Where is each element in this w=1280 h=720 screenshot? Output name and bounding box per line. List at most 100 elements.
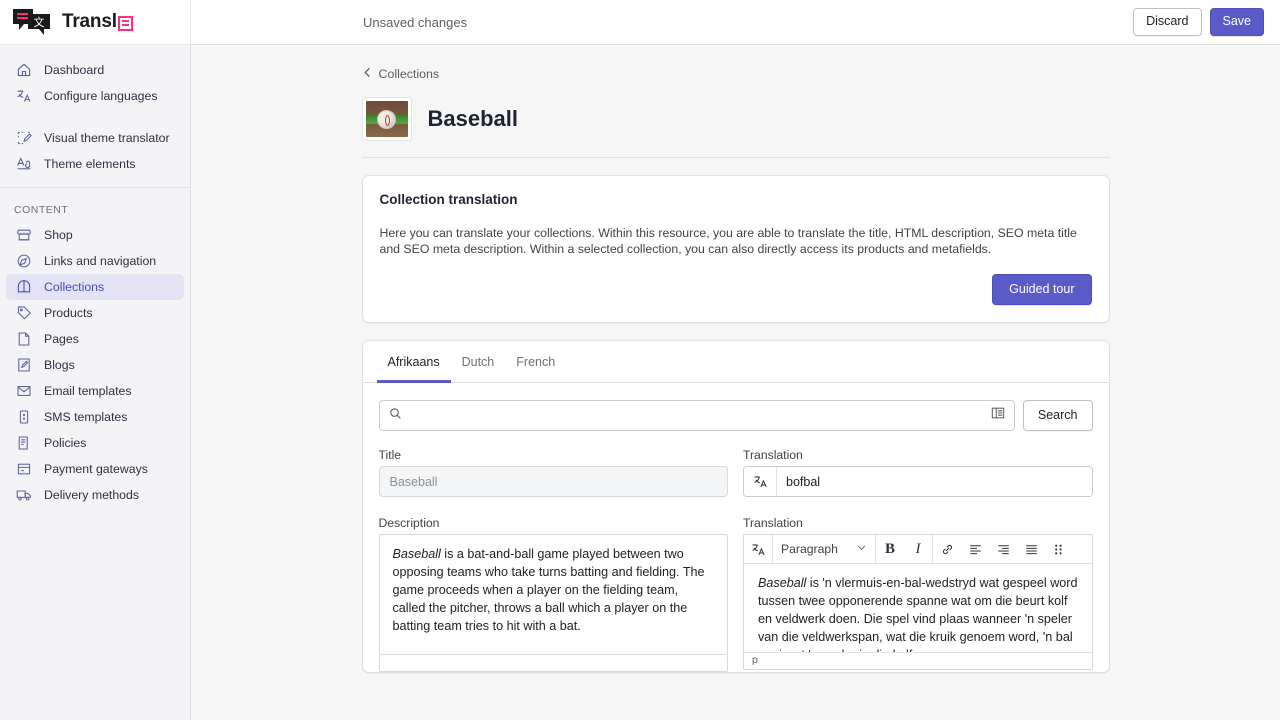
translation-editor-card: Afrikaans Dutch French Search Title Base… [361,340,1110,674]
search-field-wrapper[interactable] [378,400,1015,432]
sidebar-section-title: CONTENT [14,204,69,216]
link-icon[interactable] [933,535,961,564]
sidebar-item-delivery-methods[interactable]: Delivery methods [6,482,184,508]
translate-icon[interactable] [744,467,777,497]
language-tabs: Afrikaans Dutch French [362,341,1109,384]
sidebar-nav: Dashboard Configure languages Visual the… [0,45,190,508]
translate-speech-bubbles-logo-icon: 文 [12,7,54,37]
editor-content[interactable]: Baseball is 'n vlermuis-en-bal-wedstryd … [744,564,1092,652]
save-button[interactable]: Save [1209,8,1264,36]
search-button[interactable]: Search [1022,400,1093,432]
sidebar-item-products[interactable]: Products [6,300,184,326]
sidebar-item-payment-gateways[interactable]: Payment gateways [6,456,184,482]
editor-toolbar: Paragraph B I [744,534,1092,565]
sidebar-item-label: Email templates [44,384,132,398]
sidebar-item-label: Theme elements [44,157,136,171]
translate-icon[interactable] [744,535,772,564]
title-field-col: Title [378,448,728,498]
guided-tour-button[interactable]: Guided tour [992,273,1092,306]
sidebar-item-label: Blogs [44,358,75,372]
main-area: Unsaved changes Discard Save Collections [191,0,1280,720]
bold-button[interactable]: B [876,535,904,564]
app-logo-bar[interactable]: 文 Transl [0,0,190,45]
sidebar-item-label: Links and navigation [44,254,157,268]
card-footer: Guided tour [363,273,1109,323]
payment-card-icon [14,460,33,479]
block-format-select[interactable]: Paragraph [773,535,875,564]
brand-pink-box-icon [117,15,133,31]
sidebar-item-visual-theme-translator[interactable]: Visual theme translator [6,125,184,151]
title-fields-row: Title Translation [378,448,1093,498]
align-left-icon[interactable] [961,535,989,564]
sidebar-item-sms-templates[interactable]: SMS templates [6,404,184,430]
block-format-value: Paragraph [781,542,838,557]
description-textarea-footer [378,655,728,673]
sidebar-item-collections[interactable]: Collections [6,274,184,300]
unsaved-changes-status: Unsaved changes [363,14,468,30]
rich-text-editor: Paragraph B I Baseball is 'n vlermuis-en… [743,534,1093,671]
tab-afrikaans[interactable]: Afrikaans [376,341,451,384]
sidebar-divider [0,187,190,188]
title-input [378,466,728,498]
italic-button[interactable]: I [904,535,932,564]
tab-french[interactable]: French [505,341,566,383]
title-translation-field [743,466,1093,498]
description-textarea[interactable]: Baseball is a bat-and-ball game played b… [378,534,728,656]
page-header-divider [361,157,1110,158]
search-input[interactable] [409,408,983,423]
discard-button[interactable]: Discard [1133,8,1202,36]
drag-grid-icon[interactable] [1045,535,1073,564]
baseball-icon [376,110,396,129]
card-description: Here you can translate your collections.… [379,226,1077,257]
list-filter-icon[interactable] [991,406,1005,425]
sidebar-item-label: Collections [44,280,105,294]
sidebar-item-label: Configure languages [44,89,158,103]
sidebar-item-email-templates[interactable]: Email templates [6,378,184,404]
svg-text:文: 文 [34,15,45,29]
visual-editor-icon [14,129,33,148]
sidebar-item-label: Shop [44,228,73,242]
page-header: Baseball [361,97,1110,157]
baseball-on-field-thumbnail-image [365,101,408,137]
sidebar-item-theme-elements[interactable]: Theme elements [6,151,184,177]
sidebar-item-label: Pages [44,332,79,346]
sidebar-item-dashboard[interactable]: Dashboard [6,57,184,83]
sidebar-item-shop[interactable]: Shop [6,222,184,248]
sidebar-item-label: Payment gateways [44,462,148,476]
sidebar-item-label: Visual theme translator [44,131,170,145]
align-justify-icon[interactable] [1017,535,1045,564]
sidebar-item-blogs[interactable]: Blogs [6,352,184,378]
brand-name-text: Transl [62,11,117,32]
sidebar: 文 Transl Dashboard Configure languages V… [0,0,191,720]
sidebar-item-pages[interactable]: Pages [6,326,184,352]
tab-dutch[interactable]: Dutch [451,341,506,383]
typography-icon [14,155,33,174]
align-right-icon[interactable] [989,535,1017,564]
blog-pencil-icon [14,356,33,375]
compass-icon [14,252,33,271]
tag-icon [14,304,33,323]
app-root: 文 Transl Dashboard Configure languages V… [0,0,1280,720]
title-translation-input[interactable] [777,467,1092,497]
breadcrumb[interactable]: Collections [362,67,1110,81]
translation-text: is 'n vlermuis-en-bal-wedstryd wat gespe… [758,576,1078,652]
editor-status-bar: p [744,652,1092,669]
title-translation-col: Translation [743,448,1093,498]
sidebar-item-links-and-navigation[interactable]: Links and navigation [6,248,184,274]
topbar: Unsaved changes Discard Save [191,0,1280,45]
sidebar-item-policies[interactable]: Policies [6,430,184,456]
description-field-label: Description [378,516,440,531]
search-row: Search [378,400,1093,432]
card-title: Collection translation [379,192,518,207]
content-scroll: Collections Baseball Collection translat… [191,45,1280,720]
chevron-down-icon [856,542,867,556]
envelope-icon [14,382,33,401]
sidebar-item-label: Dashboard [44,63,105,77]
sidebar-item-configure-languages[interactable]: Configure languages [6,83,184,109]
collection-icon [14,278,33,297]
search-icon [389,407,402,425]
breadcrumb-label: Collections [378,67,440,81]
truck-icon [14,486,33,505]
description-col: Description Baseball is a bat-and-ball g… [378,516,728,673]
